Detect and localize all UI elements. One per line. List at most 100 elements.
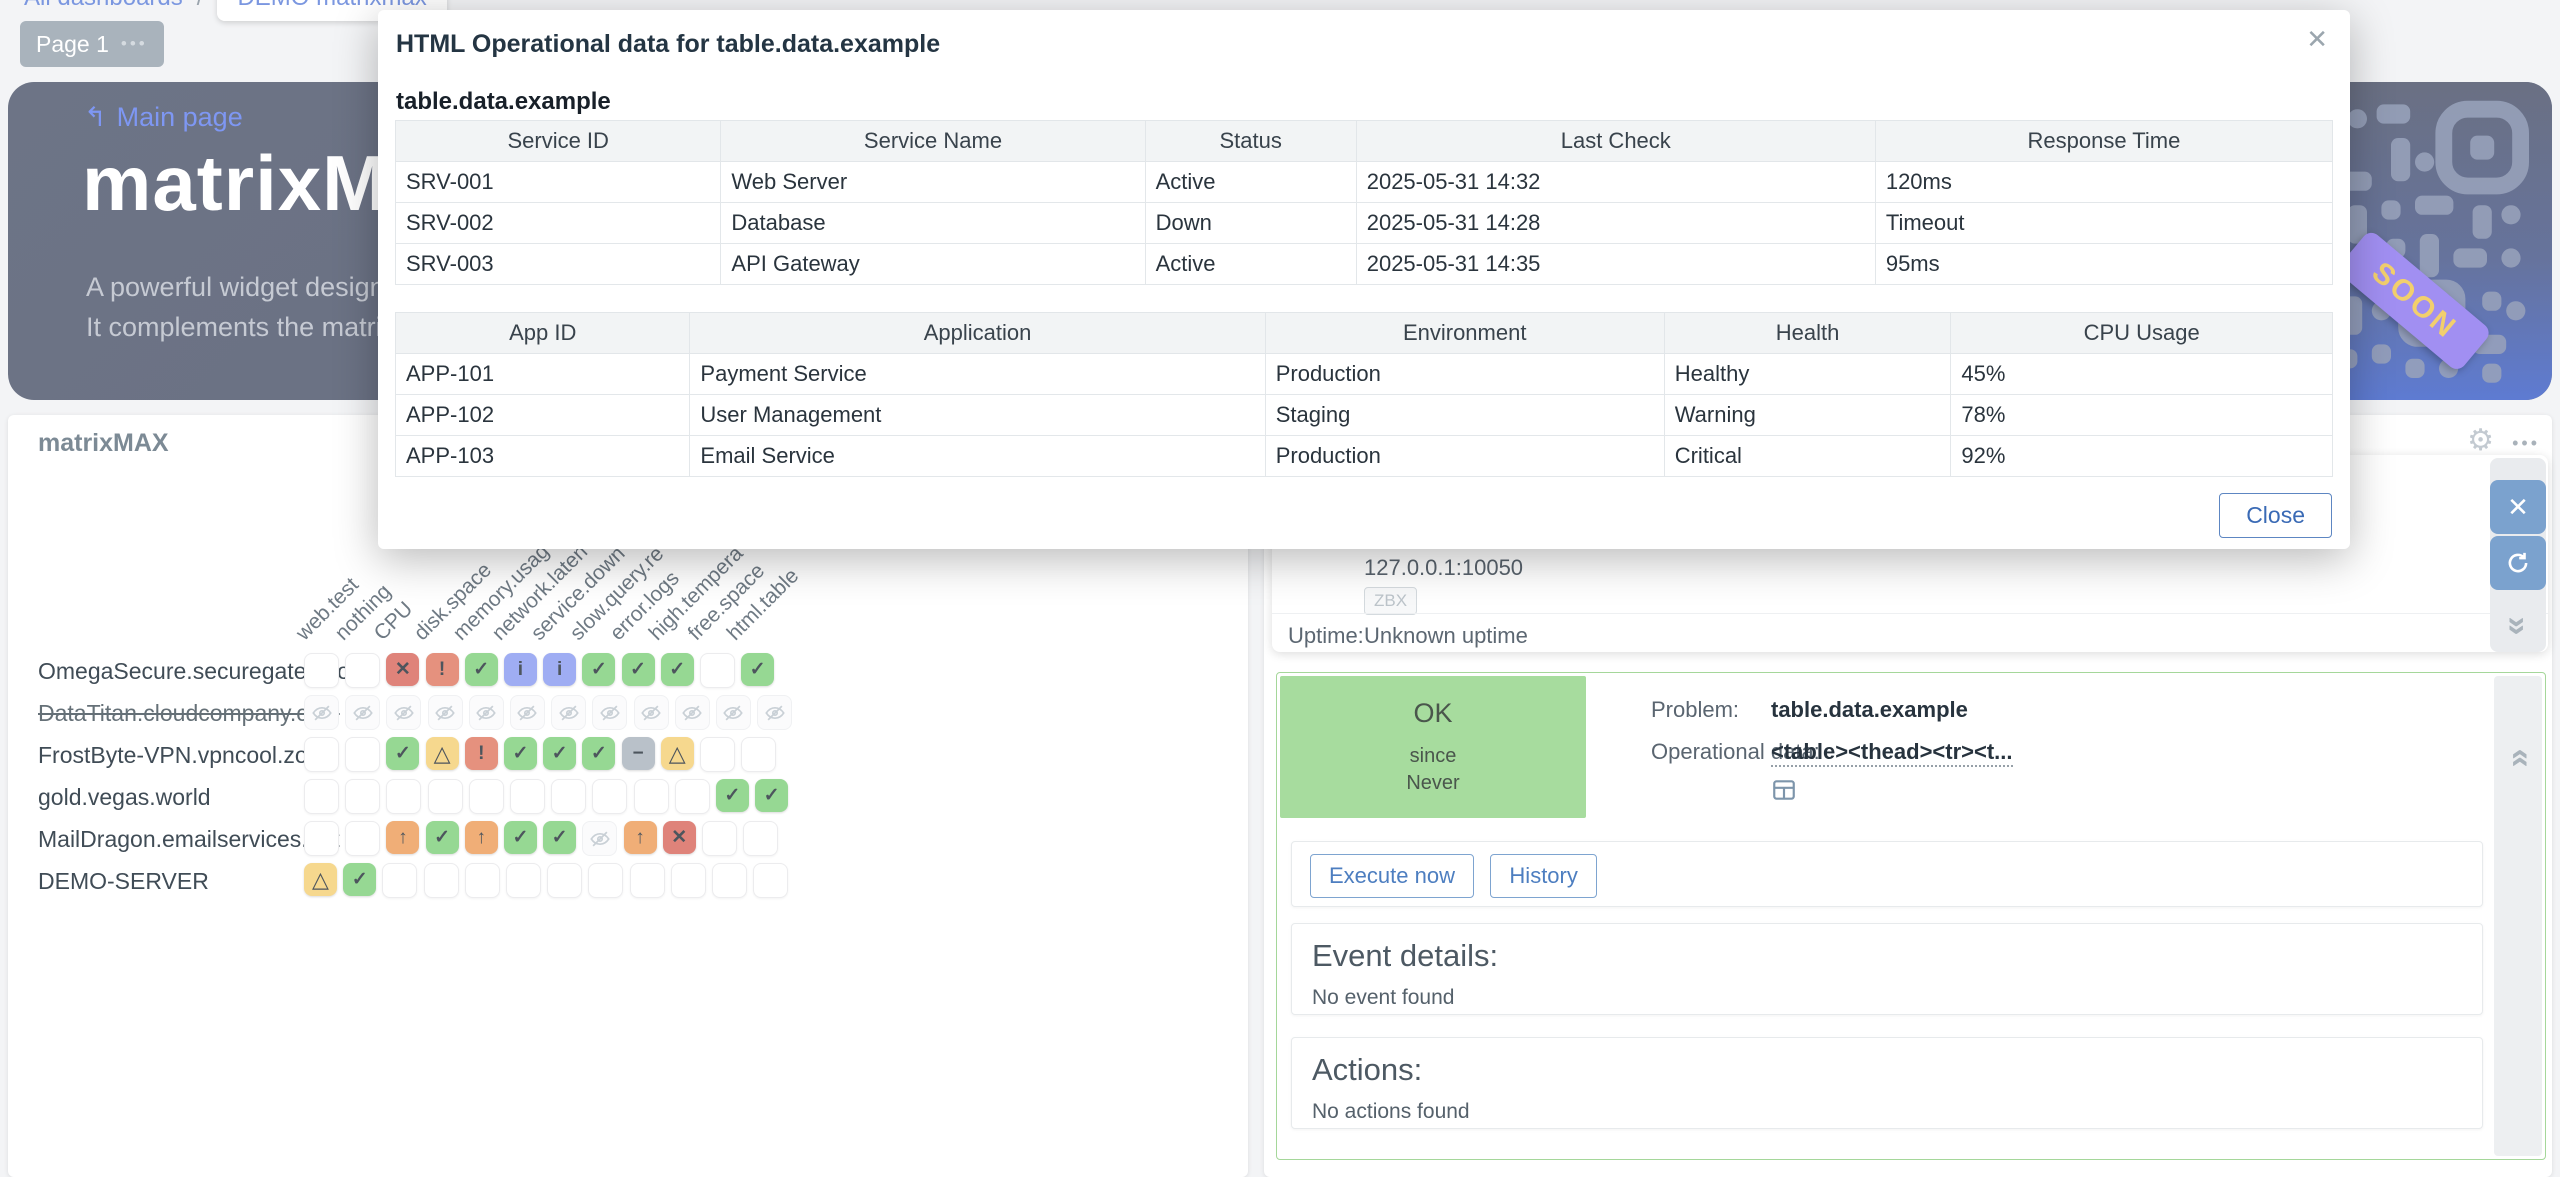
matrix-cell-empty	[469, 779, 504, 814]
matrix-cell-ok[interactable]: ✓	[661, 653, 694, 686]
collapse-up-chevron-icon[interactable]: »	[2502, 742, 2534, 774]
actions-empty: No actions found	[1312, 1100, 1470, 1124]
popup-close-button[interactable]: ✕	[2490, 480, 2546, 534]
table-cell: Database	[721, 203, 1145, 244]
matrix-cell-eye[interactable]	[510, 695, 545, 730]
matrix-cell-tri[interactable]: △	[661, 737, 694, 770]
matrix-cell-ok[interactable]: ✓	[504, 821, 537, 854]
refresh-icon	[2505, 550, 2531, 576]
matrix-cell-eye[interactable]	[345, 695, 380, 730]
execute-now-button[interactable]: Execute now	[1310, 854, 1474, 898]
table-popup-icon[interactable]	[1771, 777, 1797, 808]
matrix-cell-info[interactable]: i	[504, 653, 537, 686]
matrix-cell-empty	[700, 737, 735, 772]
matrix-cell-ok[interactable]: ✓	[543, 821, 576, 854]
matrix-cells: ✓△!✓✓✓−△	[304, 737, 776, 772]
main-page-link[interactable]: ↰Main page	[84, 102, 243, 133]
breadcrumb-all-dashboards[interactable]: All dashboards	[24, 0, 183, 11]
page-tab[interactable]: Page 1 •••	[20, 21, 164, 67]
matrix-cell-eye[interactable]	[757, 695, 792, 730]
matrix-cell-ok[interactable]: ✓	[582, 737, 615, 770]
matrix-cell-ok[interactable]: ✓	[755, 779, 788, 812]
matrix-cell-empty	[304, 737, 339, 772]
matrix-cell-eye[interactable]	[582, 821, 617, 856]
host-link[interactable]: DataTitan.cloudcompany.com	[38, 700, 340, 727]
column-header: Environment	[1265, 313, 1664, 354]
modal-close-button[interactable]: Close	[2219, 493, 2332, 538]
matrix-cells: △✓	[304, 863, 788, 898]
matrix-cell-empty	[741, 737, 776, 772]
table-cell: 95ms	[1875, 244, 2332, 285]
matrix-cell-error[interactable]: ✕	[386, 653, 419, 686]
matrix-row: MailDragon.emailservices.net↑✓↑✓✓↑✕	[8, 821, 1248, 855]
matrix-cell-up[interactable]: ↑	[465, 821, 498, 854]
matrix-cell-ok[interactable]: ✓	[426, 821, 459, 854]
matrix-row: OmegaSecure.securegate.info✕!✓ii✓✓✓✓	[8, 653, 1248, 687]
matrix-cell-up[interactable]: ↑	[624, 821, 657, 854]
table-cell: Active	[1145, 162, 1356, 203]
matrix-cell-eye[interactable]	[551, 695, 586, 730]
matrix-cell-ok[interactable]: ✓	[741, 653, 774, 686]
matrix-cell-eye[interactable]	[469, 695, 504, 730]
matrix-cell-up[interactable]: ↑	[386, 821, 419, 854]
host-link[interactable]: gold.vegas.world	[38, 784, 211, 811]
matrix-cell-eye[interactable]	[386, 695, 421, 730]
matrix-cell-eye[interactable]	[634, 695, 669, 730]
history-button[interactable]: History	[1490, 854, 1596, 898]
matrix-cell-excl[interactable]: !	[426, 653, 459, 686]
matrix-cell-info[interactable]: i	[543, 653, 576, 686]
eye-off-icon	[393, 702, 415, 724]
matrix-cell-ok[interactable]: ✓	[386, 737, 419, 770]
table-cell: SRV-001	[396, 162, 721, 203]
opdata-link[interactable]: <table><thead><tr><t...	[1771, 739, 2013, 767]
matrix-cell-ok[interactable]: ✓	[465, 653, 498, 686]
eye-off-icon	[311, 702, 333, 724]
page-tab-menu-icon[interactable]: •••	[121, 34, 148, 54]
matrix-cell-tri[interactable]: △	[426, 737, 459, 770]
matrix-cell-ok[interactable]: ✓	[343, 863, 376, 896]
matrix-cell-eye[interactable]	[675, 695, 710, 730]
actions-heading: Actions:	[1312, 1052, 1422, 1088]
eye-off-icon	[764, 702, 786, 724]
matrix-cell-ok[interactable]: ✓	[543, 737, 576, 770]
matrix-cell-empty	[345, 737, 380, 772]
host-link[interactable]: FrostByte-VPN.vpncool.zone	[38, 742, 333, 769]
applications-table: App IDApplicationEnvironmentHealthCPU Us…	[395, 312, 2333, 477]
matrix-cell-dash[interactable]: −	[622, 737, 655, 770]
table-cell: APP-101	[396, 354, 690, 395]
matrix-cell-tri[interactable]: △	[304, 863, 337, 896]
matrix-cell-excl[interactable]: !	[465, 737, 498, 770]
matrix-cell-eye[interactable]	[716, 695, 751, 730]
problem-panel: » OK since Never Problem: table.data.exa…	[1276, 672, 2546, 1160]
page-tab-label: Page 1	[36, 31, 109, 58]
matrix-cell-eye[interactable]	[428, 695, 463, 730]
host-link[interactable]: MailDragon.emailservices.net	[38, 826, 340, 853]
table-cell: Timeout	[1875, 203, 2332, 244]
status-text: OK	[1413, 698, 1452, 729]
table-row: SRV-002DatabaseDown2025-05-31 14:28Timeo…	[396, 203, 2333, 244]
modal-close-icon[interactable]: ✕	[2306, 24, 2328, 55]
gear-icon[interactable]: ⚙	[2467, 423, 2494, 458]
widget-menu-icon[interactable]: •••	[2512, 433, 2540, 454]
scroll-down-chevron-icon[interactable]: »	[2502, 610, 2534, 642]
matrix-cell-ok[interactable]: ✓	[716, 779, 749, 812]
matrix-cell-ok[interactable]: ✓	[622, 653, 655, 686]
matrix-cell-empty	[428, 779, 463, 814]
matrix-cell-empty	[712, 863, 747, 898]
matrix-cell-eye[interactable]	[304, 695, 339, 730]
column-header: Last Check	[1356, 121, 1875, 162]
operational-data-modal: HTML Operational data for table.data.exa…	[378, 10, 2350, 549]
table-cell: 2025-05-31 14:32	[1356, 162, 1875, 203]
host-address: 127.0.0.1:10050	[1364, 555, 1523, 581]
host-link[interactable]: DEMO-SERVER	[38, 868, 209, 895]
matrix-cell-empty	[304, 779, 339, 814]
matrix-cell-error[interactable]: ✕	[663, 821, 696, 854]
eye-off-icon	[352, 702, 374, 724]
matrix-cell-ok[interactable]: ✓	[582, 653, 615, 686]
matrix-cell-empty	[634, 779, 669, 814]
matrix-cell-eye[interactable]	[592, 695, 627, 730]
table-cell: APP-102	[396, 395, 690, 436]
popup-refresh-button[interactable]	[2490, 536, 2546, 590]
matrix-cell-ok[interactable]: ✓	[504, 737, 537, 770]
matrix-widget-title: matrixMAX	[38, 429, 169, 458]
